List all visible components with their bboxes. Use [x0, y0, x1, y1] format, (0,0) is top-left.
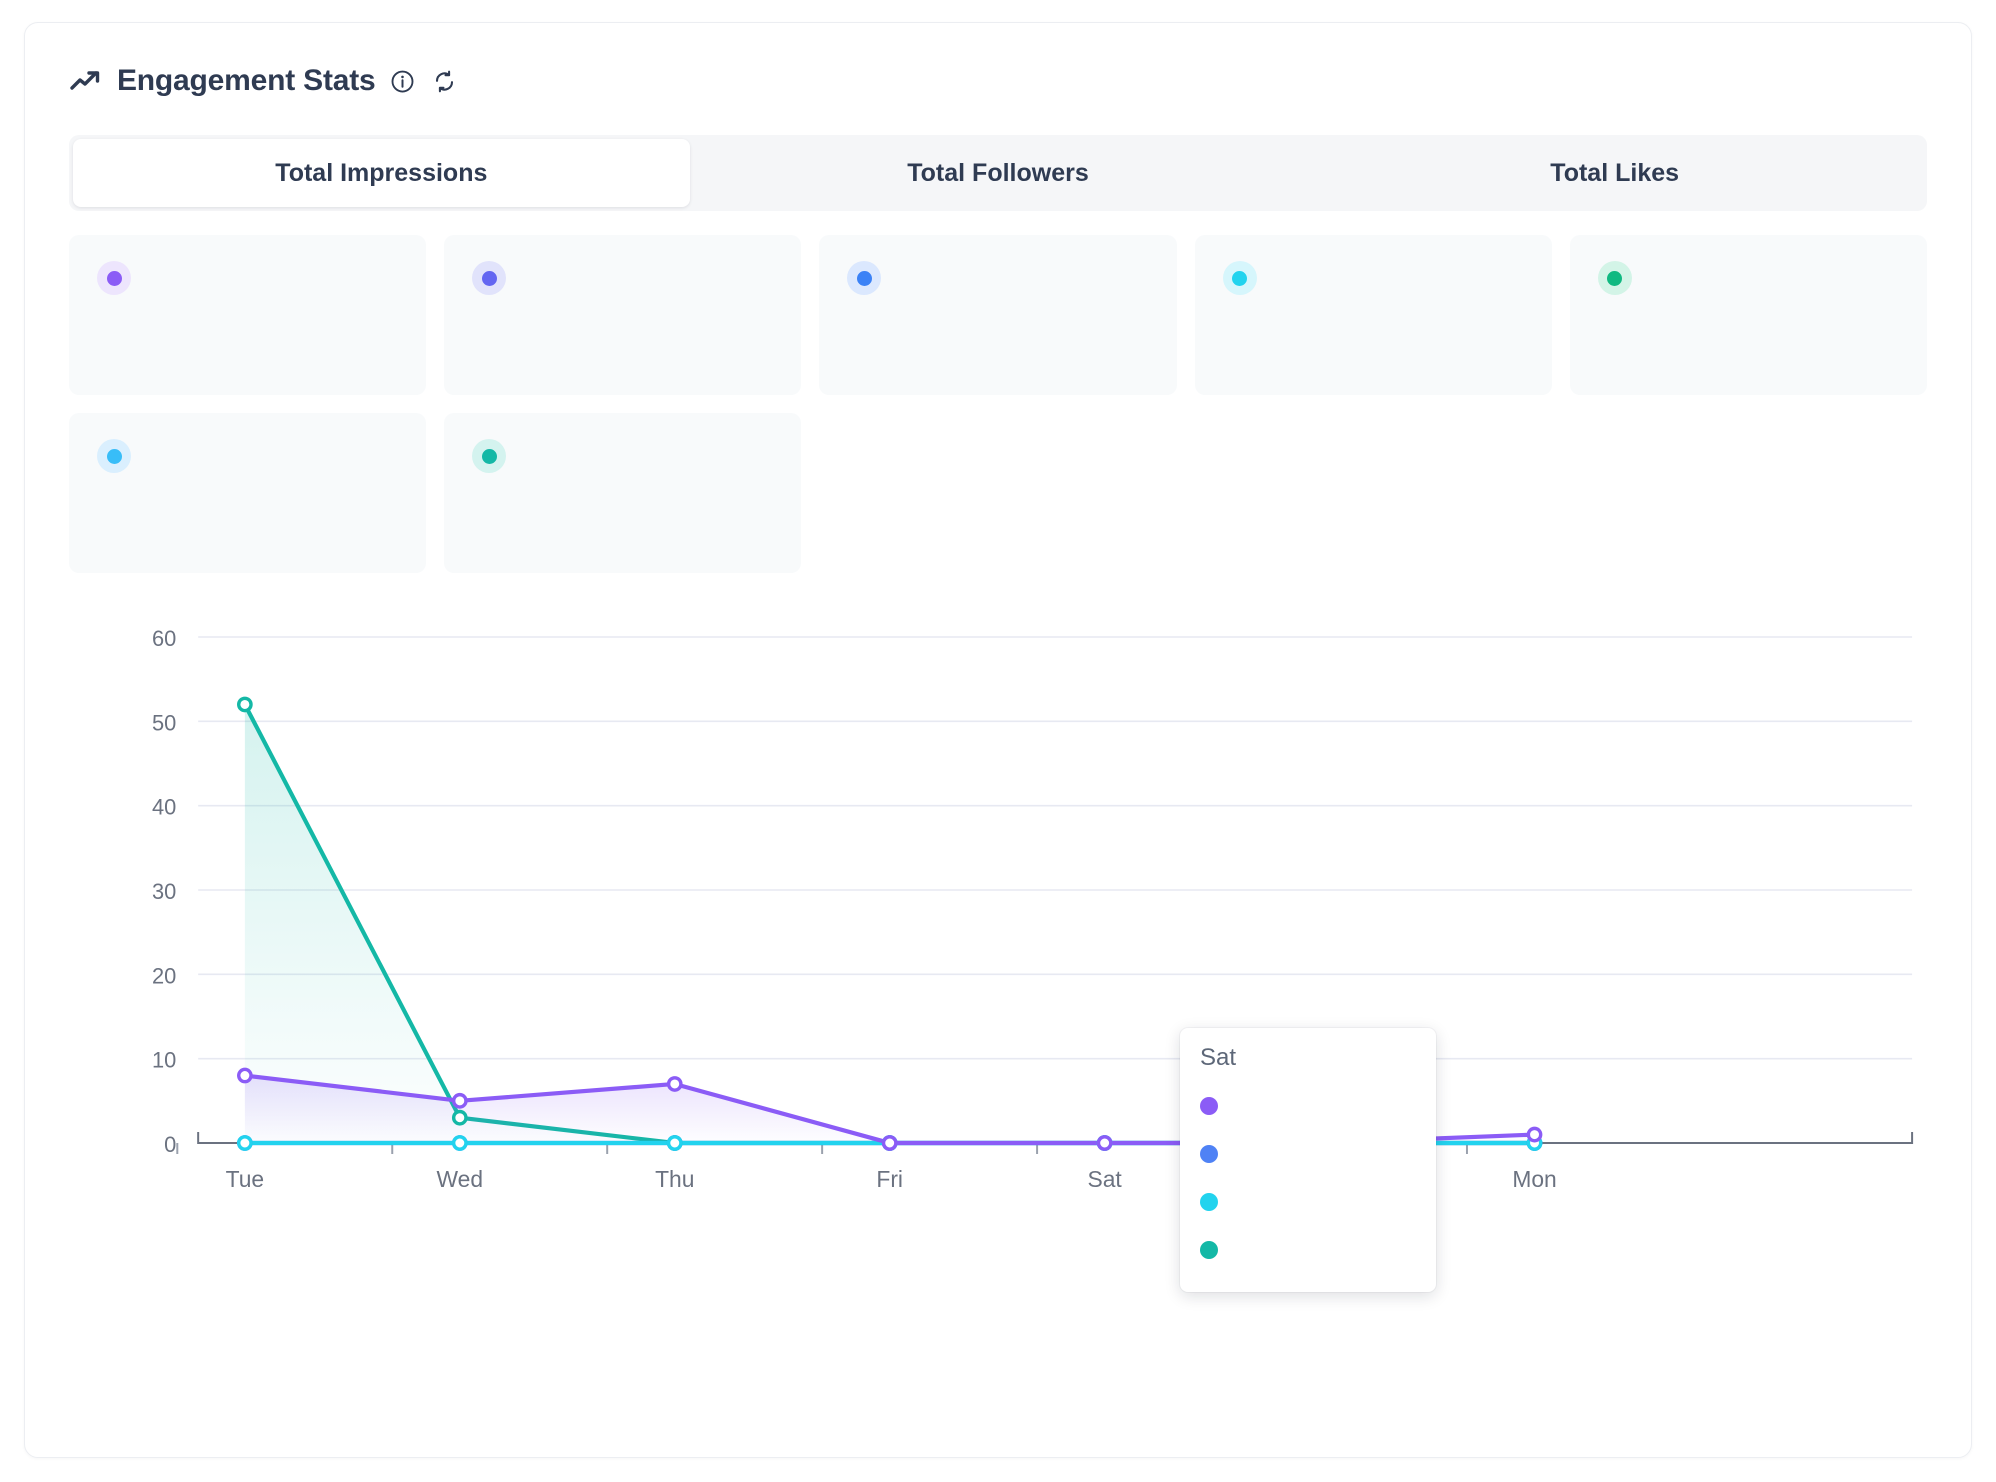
stat-card-grid	[69, 235, 1927, 573]
page-root: Engagement Stats Total Impressions Total…	[0, 0, 1996, 1482]
tab-total-likes[interactable]: Total Likes	[1306, 139, 1923, 207]
series-point[interactable]	[454, 1095, 466, 1107]
x-axis-tick-label: Thu	[655, 1166, 694, 1192]
series-dot-icon	[1200, 1241, 1218, 1259]
stat-card[interactable]	[1570, 235, 1927, 395]
platform-dot-icon	[472, 261, 506, 295]
series-point[interactable]	[1098, 1137, 1110, 1149]
y-axis-tick-label: 60	[152, 626, 176, 651]
platform-dot-icon	[847, 261, 881, 295]
info-icon[interactable]	[390, 69, 415, 94]
stat-card[interactable]	[1195, 235, 1552, 395]
x-axis-tick-label: Tue	[226, 1166, 265, 1192]
tooltip-title: Sat	[1200, 1044, 1416, 1072]
series-point[interactable]	[239, 1137, 251, 1149]
tooltip-row	[1200, 1178, 1416, 1226]
y-axis-tick-label: 50	[152, 710, 176, 735]
series-point[interactable]	[454, 1112, 466, 1124]
stat-card-head	[97, 261, 398, 295]
engagement-line-chart: 0102030405060TueWedThuFriSatSunMon	[69, 613, 1927, 1223]
refresh-icon[interactable]	[432, 69, 457, 94]
y-axis-tick-label: 30	[152, 879, 176, 904]
tab-total-impressions[interactable]: Total Impressions	[73, 139, 690, 207]
y-axis-tick-label: 20	[152, 963, 176, 988]
stat-card-head	[97, 439, 398, 473]
stat-card-head	[472, 439, 773, 473]
series-point[interactable]	[239, 698, 251, 710]
stat-card-head	[1598, 261, 1899, 295]
y-axis-tick-label: 10	[152, 1048, 176, 1073]
series-point[interactable]	[1528, 1128, 1540, 1140]
x-axis-tick-label: Mon	[1512, 1166, 1556, 1192]
tab-label: Total Likes	[1550, 159, 1679, 188]
stat-card-head	[1223, 261, 1524, 295]
stat-card-head	[472, 261, 773, 295]
series-dot-icon	[1200, 1097, 1218, 1115]
tooltip-row	[1200, 1130, 1416, 1178]
stat-card-head	[847, 261, 1148, 295]
page-title: Engagement Stats	[117, 64, 376, 98]
series-dot-icon	[1200, 1145, 1218, 1163]
stat-card[interactable]	[444, 413, 801, 573]
tab-label: Total Followers	[907, 159, 1089, 188]
x-axis-tick-label: Fri	[876, 1166, 903, 1192]
y-axis-tick-label: 0	[164, 1132, 176, 1157]
y-axis-tick-label: 40	[152, 795, 176, 820]
metric-tabs: Total Impressions Total Followers Total …	[69, 135, 1927, 211]
stat-card[interactable]	[69, 235, 426, 395]
tab-label: Total Impressions	[275, 159, 487, 188]
series-point[interactable]	[669, 1078, 681, 1090]
tab-total-followers[interactable]: Total Followers	[690, 139, 1307, 207]
series-point[interactable]	[454, 1137, 466, 1149]
stat-card[interactable]	[444, 235, 801, 395]
platform-dot-icon	[472, 439, 506, 473]
engagement-stats-panel: Engagement Stats Total Impressions Total…	[24, 22, 1972, 1458]
platform-dot-icon	[1223, 261, 1257, 295]
stat-card[interactable]	[69, 413, 426, 573]
x-axis-tick-label: Wed	[437, 1166, 484, 1192]
series-point[interactable]	[239, 1069, 251, 1081]
series-dot-icon	[1200, 1193, 1218, 1211]
platform-dot-icon	[97, 439, 131, 473]
series-point[interactable]	[669, 1137, 681, 1149]
trending-up-icon	[69, 68, 103, 94]
chart-tooltip: Sat	[1180, 1028, 1436, 1292]
platform-dot-icon	[97, 261, 131, 295]
stat-card[interactable]	[819, 235, 1176, 395]
panel-header: Engagement Stats	[69, 59, 1927, 103]
tooltip-row	[1200, 1082, 1416, 1130]
tooltip-row	[1200, 1226, 1416, 1274]
x-axis-tick-label: Sat	[1088, 1166, 1123, 1192]
series-point[interactable]	[884, 1137, 896, 1149]
platform-dot-icon	[1598, 261, 1632, 295]
chart-canvas: 0102030405060TueWedThuFriSatSunMon	[69, 613, 1927, 1223]
